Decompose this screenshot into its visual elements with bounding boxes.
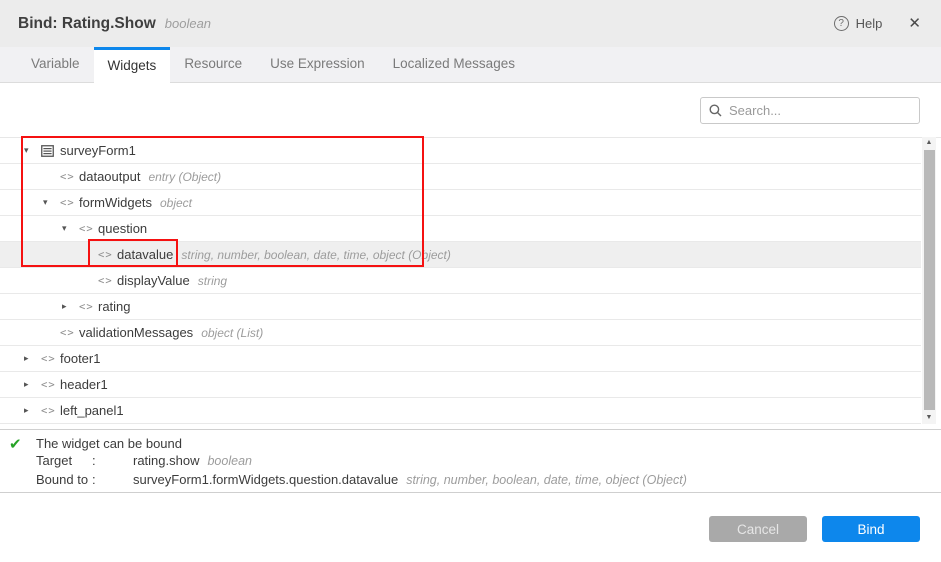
code-icon: <> (79, 301, 98, 313)
code-icon: <> (41, 379, 60, 391)
expand-arrow-icon[interactable]: ▾ (43, 197, 60, 208)
node-name: formWidgets (79, 195, 152, 210)
search-input[interactable] (729, 103, 911, 118)
tree-row-surveyForm1[interactable]: ▾ surveyForm1 (0, 138, 921, 164)
tree-row-datavalue[interactable]: <> datavalue string, number, boolean, da… (0, 242, 921, 268)
node-type: object (List) (201, 326, 263, 340)
check-icon: ✔ (9, 435, 36, 492)
target-type: boolean (207, 454, 252, 468)
tree-row-question[interactable]: ▾ <> question (0, 216, 921, 242)
scroll-up-icon[interactable]: ▲ (922, 137, 936, 149)
target-value: rating.show (133, 453, 199, 468)
status-message: The widget can be bound (36, 435, 687, 452)
node-type: entry (Object) (148, 170, 221, 184)
node-type: object (160, 196, 192, 210)
cancel-button[interactable]: Cancel (709, 516, 807, 542)
tree-row-footer1[interactable]: ▸ <> footer1 (0, 346, 921, 372)
code-icon: <> (98, 275, 117, 287)
node-name: datavalue (117, 247, 173, 262)
tree-row-left_panel1[interactable]: ▸ <> left_panel1 (0, 398, 921, 424)
bound-to-label: Bound to (36, 471, 92, 488)
search-icon (709, 104, 722, 117)
node-name: left_panel1 (60, 403, 124, 418)
bound-to-value: surveyForm1.formWidgets.question.dataval… (133, 472, 398, 487)
node-name: validationMessages (79, 325, 193, 340)
target-row: Target:rating.showboolean (36, 452, 687, 470)
expand-arrow-icon[interactable]: ▸ (24, 353, 41, 364)
bind-status-panel: ✔ The widget can be bound Target:rating.… (0, 429, 941, 493)
node-name: rating (98, 299, 131, 314)
target-label: Target (36, 452, 92, 469)
tree-row-header1[interactable]: ▸ <> header1 (0, 372, 921, 398)
tab-variable[interactable]: Variable (17, 47, 94, 83)
bind-dialog: Bind: Rating.Show boolean ? Help ✕ Varia… (0, 0, 941, 562)
node-name: question (98, 221, 147, 236)
node-type: string (198, 274, 227, 288)
tab-use-expression[interactable]: Use Expression (256, 47, 379, 83)
tree-row-displayValue[interactable]: <> displayValue string (0, 268, 921, 294)
code-icon: <> (60, 327, 79, 339)
scroll-down-icon[interactable]: ▼ (922, 412, 936, 424)
code-icon: <> (60, 197, 79, 209)
bind-button[interactable]: Bind (822, 516, 920, 542)
node-name: header1 (60, 377, 108, 392)
dialog-title: Bind: Rating.Show (18, 15, 156, 33)
bound-to-row: Bound to:surveyForm1.formWidgets.questio… (36, 471, 687, 489)
help-icon[interactable]: ? (834, 16, 849, 31)
widget-tree: ▾ surveyForm1 <> dataoutput entry (Objec… (0, 137, 941, 424)
tree-row-formWidgets[interactable]: ▾ <> formWidgets object (0, 190, 921, 216)
title-type-label: boolean (165, 16, 211, 31)
expand-arrow-icon[interactable]: ▾ (24, 145, 41, 156)
tab-widgets[interactable]: Widgets (94, 47, 171, 84)
code-icon: <> (41, 353, 60, 365)
tab-resource[interactable]: Resource (170, 47, 256, 83)
node-name: footer1 (60, 351, 100, 366)
node-name: displayValue (117, 273, 190, 288)
code-icon: <> (41, 405, 60, 417)
node-name: dataoutput (79, 169, 140, 184)
expand-arrow-icon[interactable]: ▸ (24, 379, 41, 390)
code-icon: <> (98, 249, 117, 261)
tree-row-validationMessages[interactable]: <> validationMessages object (List) (0, 320, 921, 346)
code-icon: <> (60, 171, 79, 183)
tree-row-dataoutput[interactable]: <> dataoutput entry (Object) (0, 164, 921, 190)
close-icon[interactable]: ✕ (908, 16, 921, 31)
form-icon (41, 145, 60, 157)
code-icon: <> (79, 223, 98, 235)
expand-arrow-icon[interactable]: ▾ (62, 223, 79, 234)
help-button[interactable]: Help (856, 16, 883, 31)
expand-arrow-icon[interactable]: ▸ (24, 405, 41, 416)
node-type: string, number, boolean, date, time, obj… (181, 248, 450, 262)
tree-scrollbar[interactable]: ▲ ▼ (922, 137, 936, 424)
tab-bar: VariableWidgetsResourceUse ExpressionLoc… (0, 47, 941, 83)
node-name: surveyForm1 (60, 143, 136, 158)
scroll-thumb[interactable] (924, 150, 935, 410)
expand-arrow-icon[interactable]: ▸ (62, 301, 79, 312)
bound-to-type: string, number, boolean, date, time, obj… (406, 473, 687, 487)
search-box (700, 97, 920, 124)
tree-row-rating[interactable]: ▸ <> rating (0, 294, 921, 320)
tab-localized-messages[interactable]: Localized Messages (379, 47, 529, 83)
dialog-titlebar: Bind: Rating.Show boolean ? Help ✕ (0, 0, 941, 47)
